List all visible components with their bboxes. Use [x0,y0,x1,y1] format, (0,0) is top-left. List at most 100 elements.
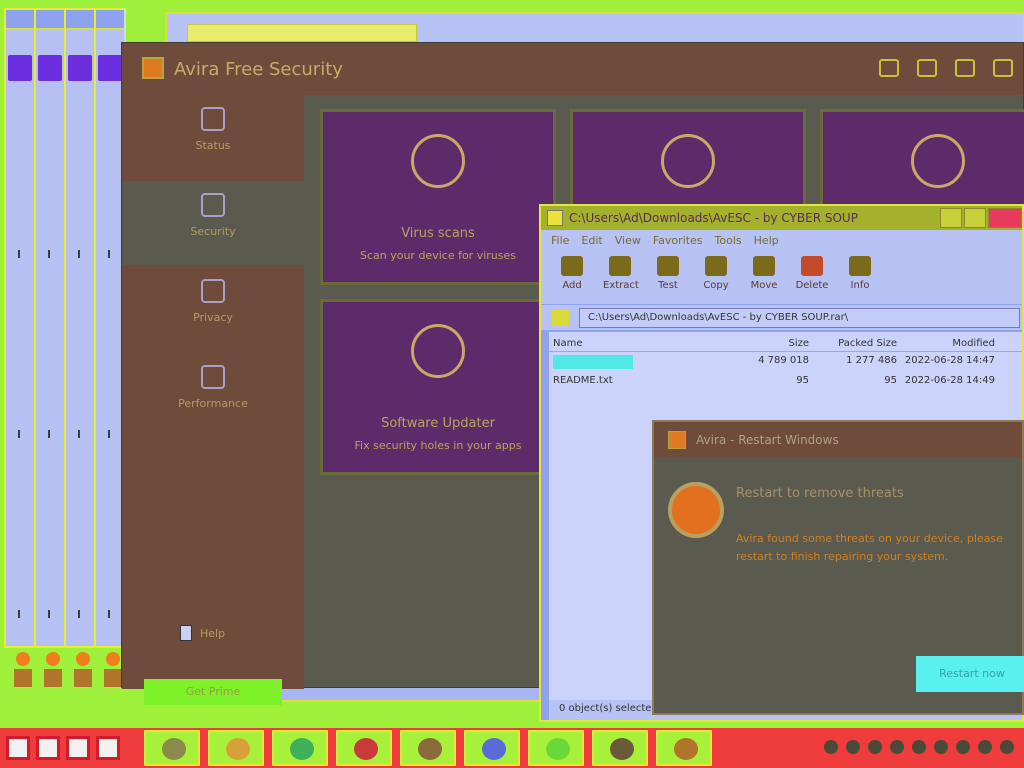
table-row[interactable]: 4 789 018 1 277 486 2022-06-28 14:47 [549,352,1022,372]
rocket-icon [201,365,225,389]
tile-software-updater[interactable]: Software Updater Fix security holes in y… [320,299,556,475]
minimize-button[interactable] [940,208,962,228]
folder-up-icon[interactable] [551,310,569,326]
windows-start-icon[interactable] [66,736,90,760]
row-modified: 2022-06-28 14:49 [904,375,995,386]
sidebar-item-status[interactable]: Status [122,95,304,179]
background-window[interactable] [34,8,66,648]
dialog-titlebar[interactable]: Avira - Restart Windows [654,422,1022,458]
close-button[interactable] [988,208,1022,228]
column-name[interactable]: Name [553,338,733,351]
settings-icon[interactable] [955,59,975,77]
mail-icon[interactable] [879,59,899,77]
dialog-body: Avira found some threats on your device,… [736,532,1003,563]
taskbar-green-app[interactable] [528,730,584,766]
sidebar-item-label: Performance [178,397,248,410]
upgrade-button[interactable]: Get Prime [144,679,282,705]
tray-icon[interactable] [890,740,904,754]
tray-icon[interactable] [846,740,860,754]
column-packed-size[interactable]: Packed Size [809,338,897,351]
taskbar-refresh-app[interactable] [272,730,328,766]
tray-icon[interactable] [1000,740,1014,754]
sidebar: Status Security Privacy Performance Help… [122,95,304,705]
sidebar-item-label: Privacy [193,311,233,324]
tray-icon[interactable] [912,740,926,754]
row-name [553,355,733,369]
file-manager-titlebar[interactable]: C:\Users\Ad\Downloads\AvESC - by CYBER S… [541,206,1022,230]
windows-start-icon[interactable] [96,736,120,760]
desktop-icon[interactable] [42,652,64,710]
copy-button[interactable]: Copy [699,256,733,298]
sidebar-item-security[interactable]: Security [122,181,304,265]
dialog-heading: Restart to remove threats [736,486,904,501]
menu-help[interactable]: Help [754,234,779,247]
firewall-icon [911,134,965,188]
menu-tools[interactable]: Tools [715,234,742,247]
background-window[interactable] [4,8,36,648]
taskbar-sync[interactable] [464,730,520,766]
account-icon[interactable] [917,59,937,77]
taskbar-dark-app[interactable] [592,730,648,766]
extract-button[interactable]: Extract [603,256,639,298]
toolbar: Add Extract Test Copy Move Delete Info [541,250,1022,304]
taskbar-file-explorer[interactable] [144,730,200,766]
tile-virus-scans[interactable]: Virus scans Scan your device for viruses [320,109,556,285]
row-size: 4 789 018 [758,355,809,366]
sidebar-item-label: Security [190,225,236,238]
sidebar-item-performance[interactable]: Performance [122,353,304,437]
row-packed: 95 [884,375,897,386]
tray-icon[interactable] [934,740,948,754]
file-explorer-icon [162,738,186,760]
desktop-icon[interactable] [12,652,34,710]
table-row[interactable]: README.txt 95 95 2022-06-28 14:49 [549,372,1022,392]
background-window[interactable] [64,8,96,648]
restart-icon [668,482,724,538]
column-size[interactable]: Size [733,338,809,351]
menu-edit[interactable]: Edit [581,234,602,247]
menu-file[interactable]: File [551,234,569,247]
green-app-icon [546,738,570,760]
sync-icon [482,738,506,760]
tray-icon[interactable] [868,740,882,754]
taskbar-chrome[interactable] [336,730,392,766]
refresh-icon [411,324,465,378]
start-area [6,736,120,760]
avira-titlebar: Avira Free Security [122,43,1023,95]
restart-now-button[interactable]: Restart now [916,656,1024,692]
add-button[interactable]: Add [555,256,589,298]
column-modified[interactable]: Modified [897,338,995,351]
delete-button[interactable]: Delete [795,256,829,298]
arrow-move-icon [753,256,775,276]
help-link[interactable]: Help [180,625,225,641]
tray-icon[interactable] [824,740,838,754]
taskbar-network[interactable] [400,730,456,766]
taskbar [0,728,1024,768]
shield-icon [201,193,225,217]
avira-logo-icon [668,431,686,449]
restart-dialog: Avira - Restart Windows Restart to remov… [652,420,1024,715]
tray-icon[interactable] [956,740,970,754]
arrow-copy-icon [705,256,727,276]
move-button[interactable]: Move [747,256,781,298]
avira-logo-icon [142,57,164,79]
info-icon [849,256,871,276]
info-button[interactable]: Info [843,256,877,298]
windows-start-icon[interactable] [6,736,30,760]
taskbar-orange-app[interactable] [656,730,712,766]
help-icon[interactable] [993,59,1013,77]
row-packed: 1 277 486 [846,355,897,366]
sidebar-item-privacy[interactable]: Privacy [122,267,304,351]
menu-favorites[interactable]: Favorites [653,234,703,247]
address-input[interactable]: C:\Users\Ad\Downloads\AvESC - by CYBER S… [579,308,1020,328]
browser-icon [226,738,250,760]
desktop-icon[interactable] [72,652,94,710]
taskbar-browser[interactable] [208,730,264,766]
windows-start-icon[interactable] [36,736,60,760]
test-button[interactable]: Test [651,256,685,298]
menu-view[interactable]: View [615,234,641,247]
tray-icon[interactable] [978,740,992,754]
sidebar-item-label: Status [195,139,231,152]
maximize-button[interactable] [964,208,986,228]
fingerprint-icon [201,279,225,303]
browser-tab[interactable] [187,24,417,42]
